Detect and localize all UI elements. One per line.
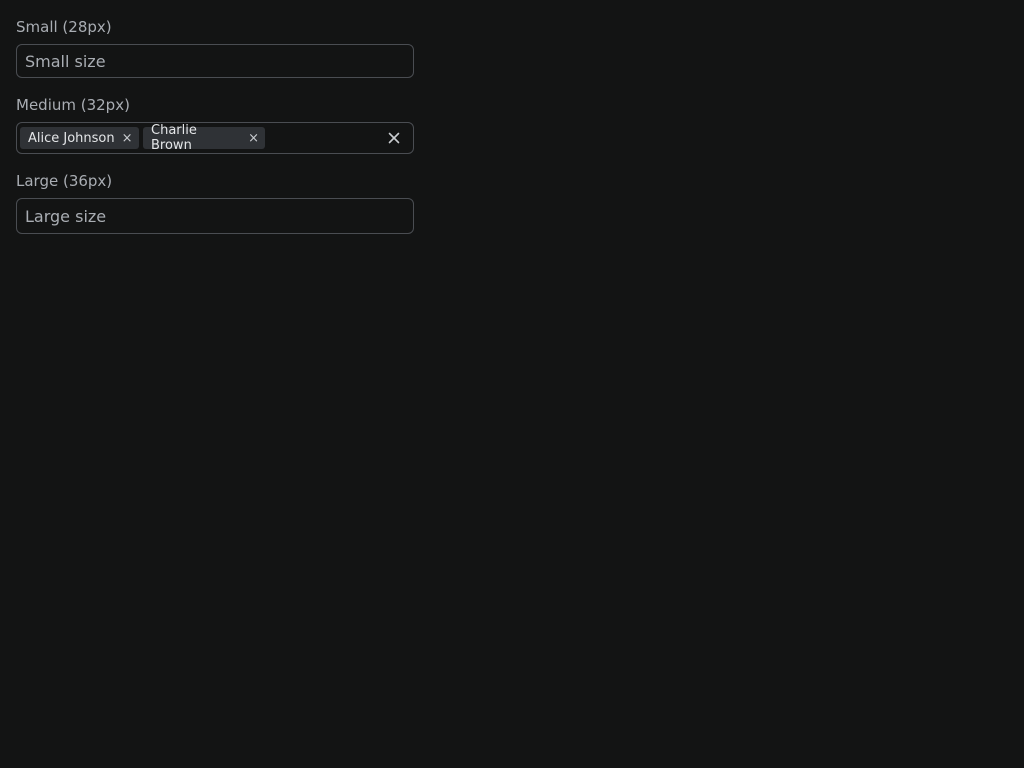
small-field-label: Small (28px) — [16, 18, 112, 36]
small-size-placeholder: Small size — [25, 51, 106, 71]
tag-label: Charlie Brown — [151, 123, 197, 153]
close-icon[interactable]: × — [122, 131, 133, 146]
tag-label: Alice Johnson — [28, 130, 115, 146]
medium-multiselect-input[interactable]: Alice Johnson × Charlie Brown × — [16, 122, 414, 154]
small-size-input[interactable]: Small size — [16, 44, 414, 78]
medium-field-label: Medium (32px) — [16, 96, 130, 114]
tag-alice-johnson: Alice Johnson × — [20, 127, 139, 149]
large-size-placeholder: Large size — [25, 206, 107, 226]
tag-charlie-brown: Charlie Brown × — [143, 123, 265, 153]
close-icon[interactable]: × — [248, 131, 259, 146]
large-size-input[interactable]: Large size — [16, 198, 414, 234]
large-field-label: Large (36px) — [16, 172, 113, 190]
clear-all-icon[interactable] — [385, 129, 403, 147]
